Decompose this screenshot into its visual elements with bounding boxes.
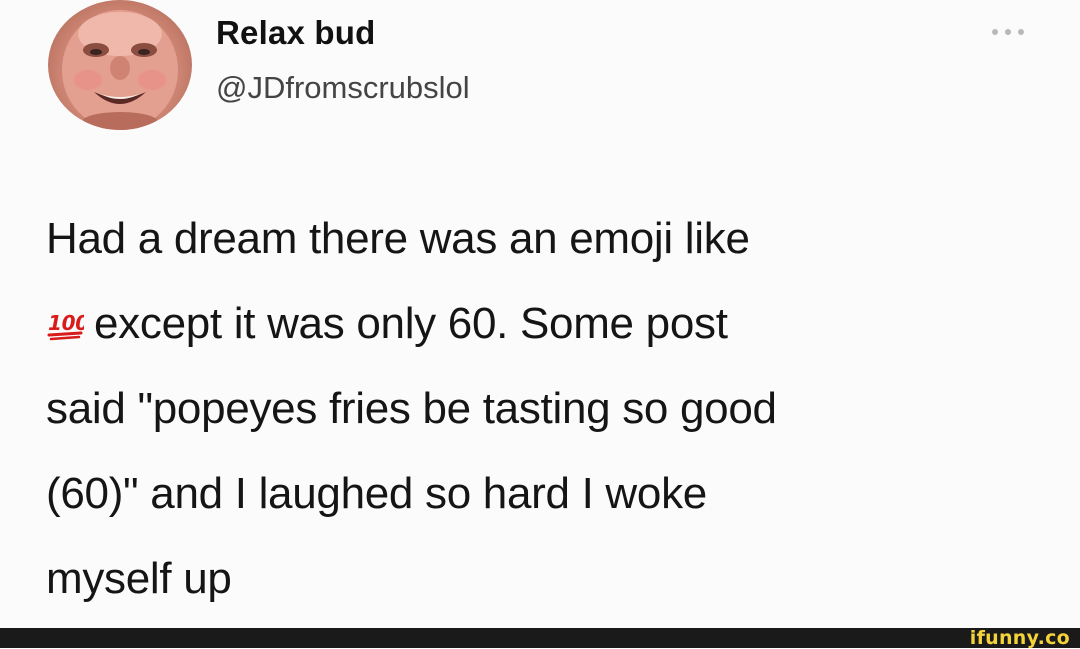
hundred-points-emoji-text: 100: [48, 311, 84, 335]
watermark-bar: ifunny.co: [0, 628, 1080, 648]
more-dot-icon: [992, 29, 998, 35]
author-display-name[interactable]: Relax bud: [216, 14, 376, 52]
hundred-points-emoji-icon: 100: [46, 285, 90, 370]
avatar-photo-icon: [62, 10, 178, 130]
tweet-text-line: myself up: [46, 554, 232, 603]
author-handle[interactable]: @JDfromscrubslol: [216, 70, 470, 106]
more-dot-icon: [1005, 29, 1011, 35]
more-options-button[interactable]: [986, 20, 1030, 44]
tweet-text-line: Had a dream there was an emoji like: [46, 214, 750, 263]
tweet-text-line: said "popeyes fries be tasting so good: [46, 384, 777, 433]
more-dot-icon: [1018, 29, 1024, 35]
tweet-card: Relax bud @JDfromscrubslol Had a dream t…: [0, 0, 1080, 628]
ifunny-watermark[interactable]: ifunny.co: [970, 628, 1070, 648]
tweet-text: Had a dream there was an emoji like 100 …: [46, 196, 1046, 621]
avatar[interactable]: [48, 0, 192, 130]
tweet-text-line-with-emoji: 100 except it was only 60. Some post: [46, 281, 1046, 366]
tweet-text-line: (60)" and I laughed so hard I woke: [46, 469, 707, 518]
tweet-text-line: except it was only 60. Some post: [94, 299, 728, 348]
